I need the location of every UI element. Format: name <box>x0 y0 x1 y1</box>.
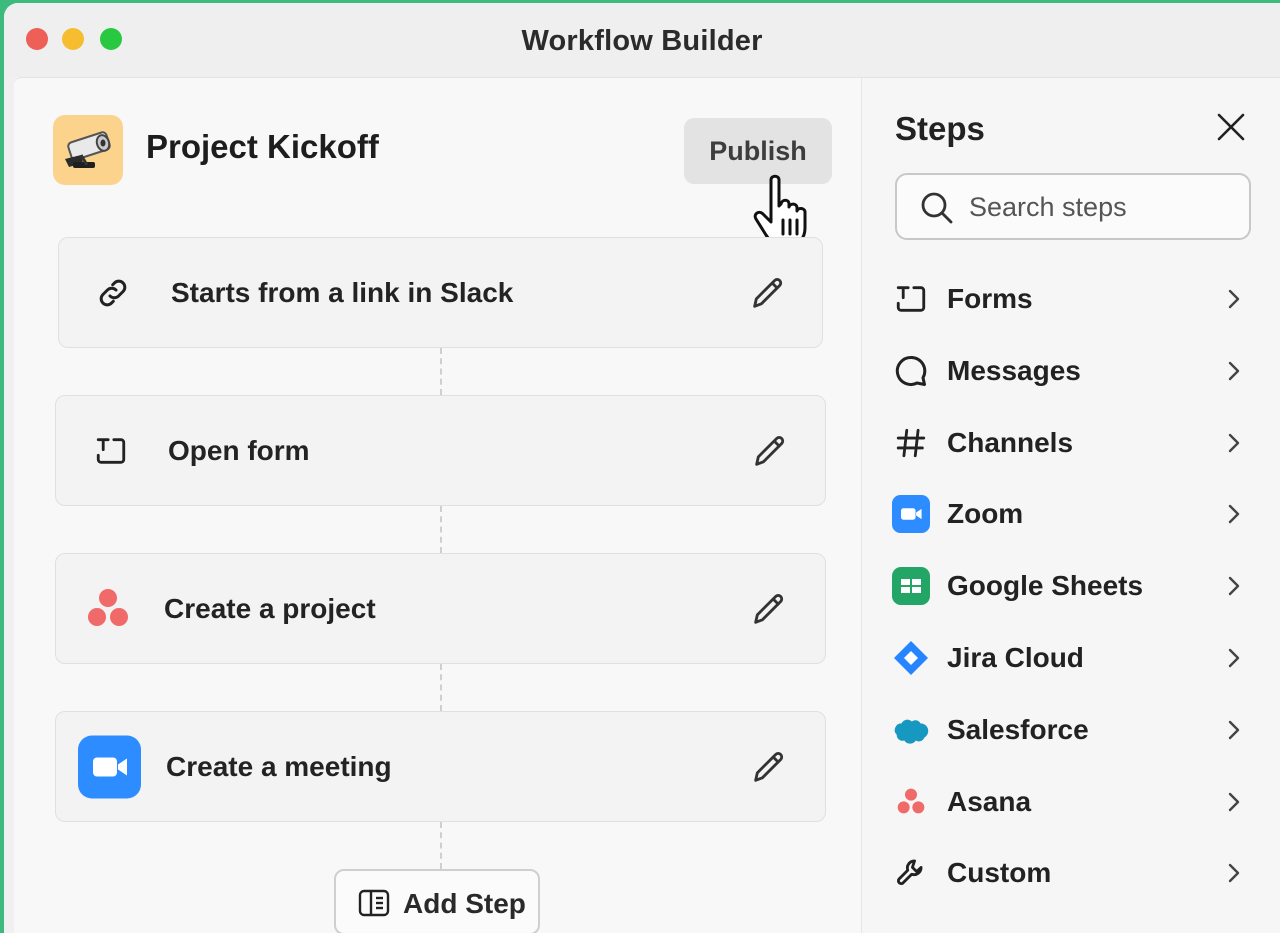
category-label: Salesforce <box>947 714 1089 745</box>
steps-panel: Steps Forms Message <box>861 78 1280 933</box>
category-forms[interactable]: Forms <box>892 271 1252 327</box>
chevron-right-icon <box>1228 863 1240 883</box>
category-label: Zoom <box>947 498 1024 529</box>
chevron-right-icon <box>1228 720 1240 740</box>
form-icon <box>96 437 126 464</box>
step-label: Create a meeting <box>166 750 392 782</box>
category-channels[interactable]: Channels <box>892 415 1252 471</box>
category-label: Jira Cloud <box>947 642 1084 673</box>
step-label: Open form <box>168 434 310 466</box>
category-label: Custom <box>947 857 1052 888</box>
asana-icon <box>88 588 128 626</box>
step-connector <box>440 348 442 395</box>
chevron-right-icon <box>1228 792 1240 812</box>
link-icon <box>99 279 127 306</box>
builder-content: Project Kickoff Publish Starts from a li… <box>14 77 1280 933</box>
category-asana[interactable]: Asana <box>892 774 1252 830</box>
workflow-name: Project Kickoff <box>146 128 379 165</box>
search-steps-field[interactable] <box>895 173 1251 240</box>
step-card-create-meeting[interactable]: Create a meeting <box>55 711 826 822</box>
step-label: Create a project <box>164 592 376 624</box>
add-step-button[interactable]: Add Step <box>334 869 540 933</box>
category-label: Messages <box>947 355 1081 386</box>
step-connector <box>440 506 442 553</box>
chevron-right-icon <box>1228 648 1240 668</box>
zoom-icon <box>78 735 141 798</box>
search-steps-input[interactable] <box>969 185 1239 229</box>
chevron-right-icon <box>1228 361 1240 381</box>
zoom-icon <box>892 495 930 533</box>
category-custom[interactable]: Custom <box>892 845 1252 901</box>
title-bar: Workflow Builder <box>4 3 1280 77</box>
workflow-builder-window: Workflow Builder Project Kickoff Publish <box>4 3 1280 933</box>
form-icon <box>892 280 930 318</box>
category-google-sheets[interactable]: Google Sheets <box>892 558 1252 614</box>
category-label: Channels <box>947 427 1074 458</box>
category-zoom[interactable]: Zoom <box>892 486 1252 542</box>
step-card-link-trigger[interactable]: Starts from a link in Slack <box>58 237 823 348</box>
category-jira-cloud[interactable]: Jira Cloud <box>892 630 1252 686</box>
step-connector <box>440 664 442 711</box>
hash-icon <box>892 424 930 462</box>
pencil-icon[interactable] <box>750 431 790 471</box>
category-label: Asana <box>947 786 1032 817</box>
category-salesforce[interactable]: Salesforce <box>892 702 1252 758</box>
project-camera-icon <box>53 115 123 185</box>
step-label: Starts from a link in Slack <box>171 276 514 308</box>
pencil-icon[interactable] <box>749 589 789 629</box>
window-title: Workflow Builder <box>521 25 763 57</box>
search-icon <box>921 192 953 224</box>
side-panel-icon <box>358 889 390 917</box>
jira-icon <box>892 639 930 677</box>
message-icon <box>892 352 930 390</box>
close-icon[interactable] <box>1216 112 1246 142</box>
step-card-create-project[interactable]: Create a project <box>55 553 826 664</box>
google-sheets-icon <box>892 567 930 605</box>
category-label: Forms <box>947 283 1033 314</box>
pencil-icon[interactable] <box>749 747 789 787</box>
chevron-right-icon <box>1228 576 1240 596</box>
step-card-open-form[interactable]: Open form <box>55 395 826 506</box>
step-connector <box>440 822 442 869</box>
chevron-right-icon <box>1228 433 1240 453</box>
chevron-right-icon <box>1228 504 1240 524</box>
asana-icon <box>892 783 930 821</box>
category-messages[interactable]: Messages <box>892 343 1252 399</box>
wrench-icon <box>892 854 930 892</box>
workflow-canvas: Project Kickoff Publish Starts from a li… <box>14 78 861 933</box>
pencil-icon[interactable] <box>748 273 788 313</box>
steps-panel-title: Steps <box>895 110 985 147</box>
add-step-label: Add Step <box>403 888 526 919</box>
category-label: Google Sheets <box>947 570 1144 601</box>
chevron-right-icon <box>1228 289 1240 309</box>
salesforce-icon <box>892 711 930 749</box>
